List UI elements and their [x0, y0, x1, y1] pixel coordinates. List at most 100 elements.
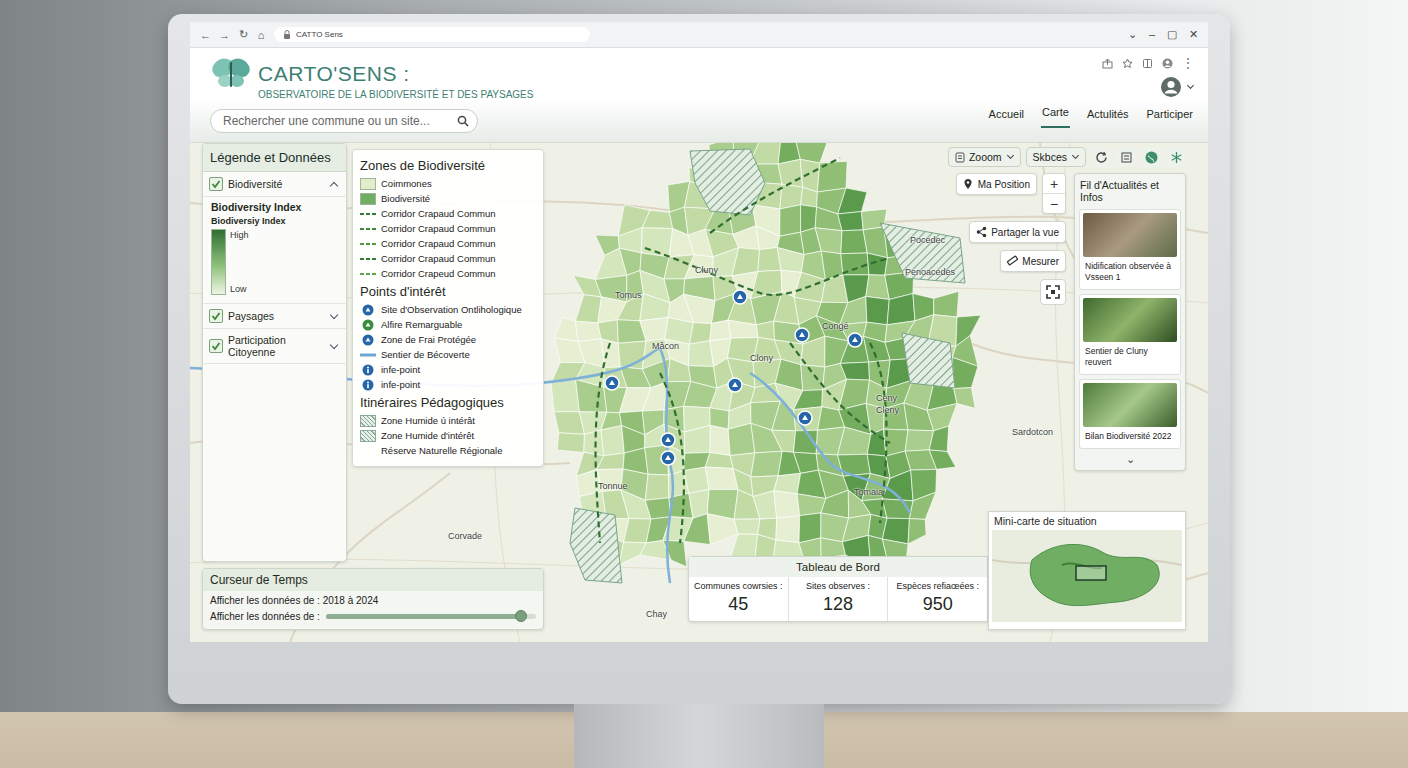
- corridor-line-icon: [360, 271, 376, 277]
- town-label: Mâcon: [652, 341, 679, 351]
- browser-nav-button[interactable]: →: [219, 29, 230, 41]
- nav-tab[interactable]: Participer: [1146, 108, 1194, 128]
- browser-nav-button[interactable]: ←: [200, 29, 211, 41]
- chevron-icon[interactable]: [330, 182, 338, 190]
- time-slider-thumb[interactable]: [515, 610, 527, 622]
- time-slider-row: Afficher les données de :: [210, 611, 536, 622]
- layer-checkbox[interactable]: [209, 309, 223, 323]
- nav-tab[interactable]: Actulités: [1086, 108, 1130, 128]
- user-avatar-icon: [1160, 76, 1182, 98]
- toolbar-button[interactable]: [1166, 147, 1186, 167]
- zoom-out-button[interactable]: −: [1043, 193, 1065, 213]
- window-control-button[interactable]: –: [1149, 28, 1155, 41]
- zoom-in-button[interactable]: +: [1043, 174, 1065, 193]
- legend-item: Corridor Crapaud Commun: [360, 251, 536, 266]
- legend-symbol-icon: [360, 193, 376, 205]
- browser-menu-button[interactable]: ⋮: [1182, 56, 1194, 70]
- legend-group-title: Itinéraires Pédagogiques: [360, 395, 536, 410]
- news-panel: Fil d'Actualités et InfosNidification ob…: [1074, 173, 1186, 471]
- layer-checkbox[interactable]: [209, 339, 223, 353]
- legend-label: Sentier de Bécoverte: [381, 347, 470, 362]
- main-nav: Accueil Carte Actulités Participer: [988, 106, 1194, 128]
- document-icon: [955, 152, 965, 163]
- layer-checkbox[interactable]: [209, 177, 223, 191]
- news-card[interactable]: Nidification observée à Vsseen 1: [1079, 209, 1181, 290]
- layer-label: Biodiversité: [228, 178, 323, 190]
- globe-icon: [1145, 151, 1158, 164]
- browser-bar: ← → ↻ ⌂ CATTO Sens ⌄–▢ ✕: [190, 22, 1208, 48]
- town-label: Corvade: [448, 531, 482, 541]
- news-card[interactable]: Bilan Biodiversité 2022: [1079, 379, 1181, 449]
- map-control-button[interactable]: Partager la vue: [969, 221, 1066, 243]
- legend-label: infe-point: [381, 362, 420, 377]
- legend-label: Alfire Remarguable: [381, 317, 462, 332]
- legend-symbol-icon: [360, 268, 376, 280]
- news-photo: [1083, 213, 1177, 257]
- layer-section[interactable]: Paysages: [203, 304, 346, 329]
- toolbar-dropdown[interactable]: Skbces: [1026, 147, 1086, 167]
- stat-card: Espèces refiaœées :950: [887, 577, 987, 621]
- sidebar-icon: [1142, 58, 1153, 69]
- pin-icon: [963, 178, 974, 190]
- minimap[interactable]: Mini-carte de situation: [988, 511, 1186, 630]
- info-marker-icon: [362, 364, 374, 376]
- news-more-button[interactable]: ⌄: [1079, 453, 1181, 466]
- chevron-icon[interactable]: [330, 340, 338, 348]
- map-control-button[interactable]: Mesurer: [1000, 250, 1066, 272]
- town-label: Ceny: [876, 393, 897, 403]
- window-control-button[interactable]: ✕: [1189, 28, 1198, 41]
- town-label: Tomaia: [854, 487, 883, 497]
- news-caption: Bilan Biodiversité 2022: [1083, 427, 1177, 445]
- legend-item: Biodiversité: [360, 191, 536, 206]
- legend-label: Corridor Crapaud Commun: [381, 221, 496, 236]
- monitor: ←→↻⌂CATTO Sens⌄–▢✕CARTO'SENS :OBSERVATOI…: [168, 14, 1230, 704]
- refresh-icon: [1095, 151, 1108, 164]
- layer-label: Participation Citoyenne: [228, 334, 323, 358]
- layer-section[interactable]: Biodiversité: [203, 172, 346, 197]
- left-column: Légende et DonnéesBiodiversitéBiodiversi…: [202, 143, 544, 630]
- index-gradient: [211, 229, 226, 295]
- chevron-icon[interactable]: [330, 310, 338, 318]
- toolbar-dropdown[interactable]: Zooom: [948, 147, 1021, 167]
- brand[interactable]: CARTO'SENS :OBSERVATOIRE DE LA BIODIVERS…: [210, 54, 533, 100]
- news-caption: Nidification observée à Vsseen 1: [1083, 257, 1177, 286]
- toolbar-button[interactable]: [1141, 147, 1161, 167]
- map-control-button[interactable]: Ma Position: [956, 173, 1037, 195]
- legend-item: Corridor Crapaud Commun: [360, 206, 536, 221]
- browser-nav-button[interactable]: ⌂: [256, 29, 266, 41]
- window-control-button[interactable]: ⌄: [1128, 28, 1137, 41]
- news-card[interactable]: Sentier de Cluny reuvert: [1079, 294, 1181, 375]
- browser-nav-button[interactable]: ↻: [238, 28, 248, 41]
- caret-icon: [1187, 82, 1194, 89]
- town-label: Chay: [646, 609, 667, 619]
- map-middle: Ma Position +− Partager la vue Mesurer Fil d…: [549, 167, 1186, 511]
- browser-actions: ⋮: [1102, 56, 1194, 70]
- hatch-swatch: [360, 415, 376, 427]
- stat-card: Sites observes :128: [788, 577, 888, 621]
- address-bar[interactable]: CATTO Sens: [274, 27, 590, 42]
- toolbar-button[interactable]: [1116, 147, 1136, 167]
- legend-item: Corridor Crapaud Commun: [360, 221, 536, 236]
- map-area[interactable]: TomusClunyMâconClonyCongéCenyClenyTonnue…: [190, 143, 1208, 642]
- stat-value: 950: [890, 594, 985, 615]
- nav-tab[interactable]: Carte: [1041, 106, 1070, 128]
- legend-symbol-icon: [360, 364, 376, 376]
- legend-item: Zone de Frai Protégée: [360, 332, 536, 347]
- fullscreen-button[interactable]: [1040, 279, 1066, 305]
- search-input[interactable]: [221, 113, 457, 129]
- toolbar-button[interactable]: [1091, 147, 1111, 167]
- legend-symbol-icon: [360, 238, 376, 250]
- time-slider-track[interactable]: [326, 614, 536, 619]
- nav-tab[interactable]: Accueil: [988, 108, 1025, 128]
- legend-symbol-icon: [360, 319, 376, 331]
- user-menu[interactable]: [1160, 76, 1194, 98]
- search-box[interactable]: [210, 109, 478, 133]
- layer-section[interactable]: Participation Citoyenne: [203, 329, 346, 364]
- stat-card: Communes cowrsies :45: [689, 577, 788, 621]
- legend-group-title: Points d'intérêt: [360, 284, 536, 299]
- town-label: Cluny: [695, 265, 718, 275]
- window-control-button[interactable]: ▢: [1167, 28, 1177, 41]
- time-slider-fill: [326, 614, 521, 619]
- lock-icon: [282, 29, 292, 40]
- legend-symbol-icon: [360, 178, 376, 190]
